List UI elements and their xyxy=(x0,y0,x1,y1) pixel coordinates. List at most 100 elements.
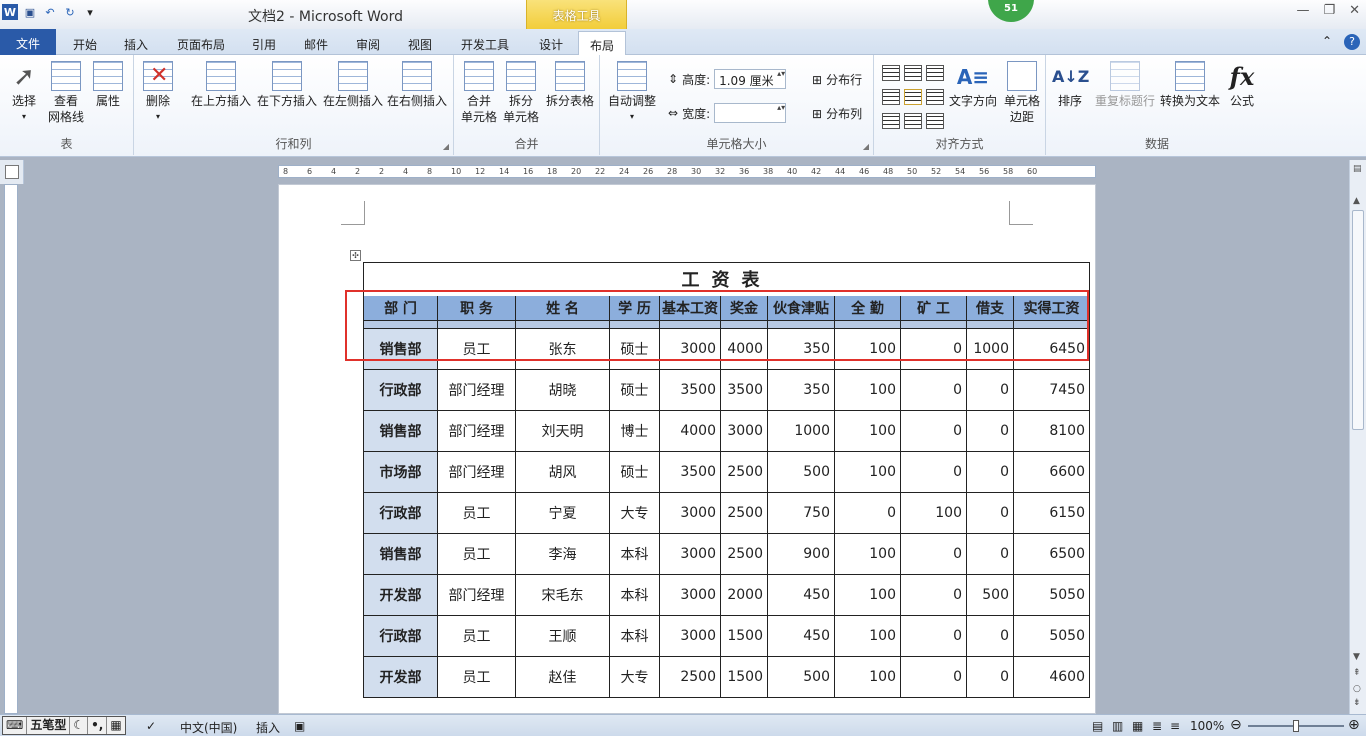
formula-button[interactable]: fx 公式 xyxy=(1224,61,1260,109)
previous-page-icon[interactable]: ⇞ xyxy=(1353,668,1361,678)
table-cell[interactable]: 宋毛东 xyxy=(515,574,610,616)
ime-keyboard-icon[interactable]: ▦ xyxy=(107,717,124,734)
insert-right-button[interactable]: 在右侧插入 xyxy=(386,61,448,109)
minimize-ribbon-icon[interactable]: ⌃ xyxy=(1322,34,1332,50)
delete-button[interactable]: ✕ 删除 ▾ xyxy=(140,61,176,125)
header-cell[interactable]: 矿 工 xyxy=(900,295,967,321)
browse-object-icon[interactable]: ○ xyxy=(1353,684,1361,694)
table-cell[interactable]: 4600 xyxy=(1013,656,1090,698)
properties-button[interactable]: 属性 xyxy=(90,61,126,109)
header-cell[interactable]: 奖金 xyxy=(720,295,768,321)
document-page[interactable]: ✣ 工资表 部 门职 务姓 名学 历基本工资 奖金 伙食津贴全 勤矿 工借支 实得工资… xyxy=(278,184,1096,714)
table-cell[interactable]: 3500 xyxy=(659,369,721,411)
text-direction-button[interactable]: A≡ 文字方向 xyxy=(948,61,998,109)
table-cell[interactable]: 6150 xyxy=(1013,492,1090,534)
table-cell[interactable]: 1000 xyxy=(767,410,835,452)
table-cell[interactable]: 3500 xyxy=(659,451,721,493)
align-middle-right-icon[interactable] xyxy=(926,89,944,105)
view-ruler-icon[interactable]: ▤ xyxy=(1353,164,1362,174)
align-middle-center-icon[interactable] xyxy=(904,89,922,105)
align-middle-left-icon[interactable] xyxy=(882,89,900,105)
table-cell[interactable]: 0 xyxy=(900,615,967,657)
table-cell[interactable]: 100 xyxy=(900,492,967,534)
table-cell[interactable]: 100 xyxy=(834,533,901,575)
table-cell[interactable]: 0 xyxy=(966,451,1014,493)
table-cell[interactable]: 博士 xyxy=(609,410,660,452)
table-cell[interactable]: 员工 xyxy=(437,328,516,370)
ime-toolbar[interactable]: ⌨ 五笔型 ☾ •, ▦ xyxy=(2,716,126,735)
ime-moon-icon[interactable]: ☾ xyxy=(70,717,89,734)
draft-view-icon[interactable]: ≡ xyxy=(1170,719,1180,733)
notification-badge[interactable]: 51 xyxy=(988,0,1034,22)
table-cell[interactable]: 350 xyxy=(767,328,835,370)
vertical-ruler[interactable] xyxy=(4,184,18,714)
align-top-center-icon[interactable] xyxy=(904,65,922,81)
header-cell[interactable]: 实得工资 xyxy=(1013,295,1090,321)
table-cell[interactable]: 450 xyxy=(767,615,835,657)
table-cell[interactable]: 大专 xyxy=(609,492,660,534)
full-screen-reading-icon[interactable]: ▥ xyxy=(1112,719,1123,733)
header-cell[interactable]: 学 历 xyxy=(609,295,660,321)
table-cell[interactable]: 0 xyxy=(966,615,1014,657)
undo-icon[interactable]: ↶ xyxy=(42,4,58,20)
tab-selector[interactable] xyxy=(0,160,24,184)
table-cell[interactable]: 3500 xyxy=(720,369,768,411)
align-top-right-icon[interactable] xyxy=(926,65,944,81)
department-cell[interactable]: 销售部 xyxy=(363,410,438,452)
align-bottom-right-icon[interactable] xyxy=(926,113,944,129)
table-move-handle-icon[interactable]: ✣ xyxy=(350,250,361,261)
table-cell[interactable]: 3000 xyxy=(659,492,721,534)
table-cell[interactable]: 3000 xyxy=(659,615,721,657)
insert-above-button[interactable]: 在上方插入 xyxy=(190,61,252,109)
header-cell[interactable]: 部 门 xyxy=(363,295,438,321)
insert-below-button[interactable]: 在下方插入 xyxy=(256,61,318,109)
horizontal-ruler[interactable]: 8 6 4 2 2 4 8 10 12 14 16 18 20 22 24 26 28 30 32 36 38 40 42 4… xyxy=(278,165,1096,178)
table-cell[interactable]: 500 xyxy=(767,451,835,493)
header-cell[interactable]: 伙食津贴 xyxy=(767,295,835,321)
tab-layout[interactable]: 布局 xyxy=(578,31,626,55)
table-cell[interactable]: 0 xyxy=(900,410,967,452)
table-cell[interactable]: 7450 xyxy=(1013,369,1090,411)
distribute-columns-button[interactable]: ⊞ 分布列 xyxy=(812,105,862,122)
table-cell[interactable]: 750 xyxy=(767,492,835,534)
header-cell[interactable]: 基本工资 xyxy=(659,295,721,321)
insert-mode-status[interactable]: 插入 xyxy=(256,719,280,736)
tab-insert[interactable]: 插入 xyxy=(114,31,158,55)
dialog-launcher-icon[interactable]: ◢ xyxy=(863,142,869,151)
table-cell[interactable]: 4000 xyxy=(659,410,721,452)
table-cell[interactable]: 0 xyxy=(834,492,901,534)
department-cell[interactable]: 行政部 xyxy=(363,369,438,411)
table-cell[interactable]: 100 xyxy=(834,410,901,452)
table-cell[interactable]: 900 xyxy=(767,533,835,575)
table-cell[interactable]: 0 xyxy=(966,369,1014,411)
tab-design[interactable]: 设计 xyxy=(528,31,574,55)
table-cell[interactable]: 硕士 xyxy=(609,451,660,493)
table-cell[interactable]: 胡风 xyxy=(515,451,610,493)
header-cell[interactable]: 姓 名 xyxy=(515,295,610,321)
table-cell[interactable]: 1500 xyxy=(720,615,768,657)
table-cell[interactable]: 2500 xyxy=(720,451,768,493)
height-spinner[interactable]: 1.09 厘米 xyxy=(714,69,787,89)
table-cell[interactable]: 宁夏 xyxy=(515,492,610,534)
tab-review[interactable]: 审阅 xyxy=(348,31,388,55)
dialog-launcher-icon[interactable]: ◢ xyxy=(443,142,449,151)
header-cell[interactable]: 职 务 xyxy=(437,295,516,321)
table-cell[interactable]: 1500 xyxy=(720,656,768,698)
redo-icon[interactable]: ↻ xyxy=(62,4,78,20)
table-cell[interactable]: 2500 xyxy=(720,533,768,575)
table-title[interactable]: 工资表 xyxy=(363,262,1090,296)
table-cell[interactable]: 5050 xyxy=(1013,615,1090,657)
table-cell[interactable]: 450 xyxy=(767,574,835,616)
table-cell[interactable]: 0 xyxy=(966,492,1014,534)
table-cell[interactable]: 0 xyxy=(900,533,967,575)
table-cell[interactable]: 本科 xyxy=(609,574,660,616)
table-cell[interactable]: 本科 xyxy=(609,615,660,657)
ime-logo-icon[interactable]: ⌨ xyxy=(3,717,28,734)
table-cell[interactable]: 100 xyxy=(834,451,901,493)
merge-cells-button[interactable]: 合并 单元格 xyxy=(460,61,498,125)
table-cell[interactable]: 胡晓 xyxy=(515,369,610,411)
width-spinner[interactable] xyxy=(714,103,787,123)
save-icon[interactable]: ▣ xyxy=(22,4,38,20)
salary-table[interactable]: 工资表 部 门职 务姓 名学 历基本工资 奖金 伙食津贴全 勤矿 工借支 实得工资 销… xyxy=(363,262,1090,698)
table-cell[interactable]: 部门经理 xyxy=(437,410,516,452)
